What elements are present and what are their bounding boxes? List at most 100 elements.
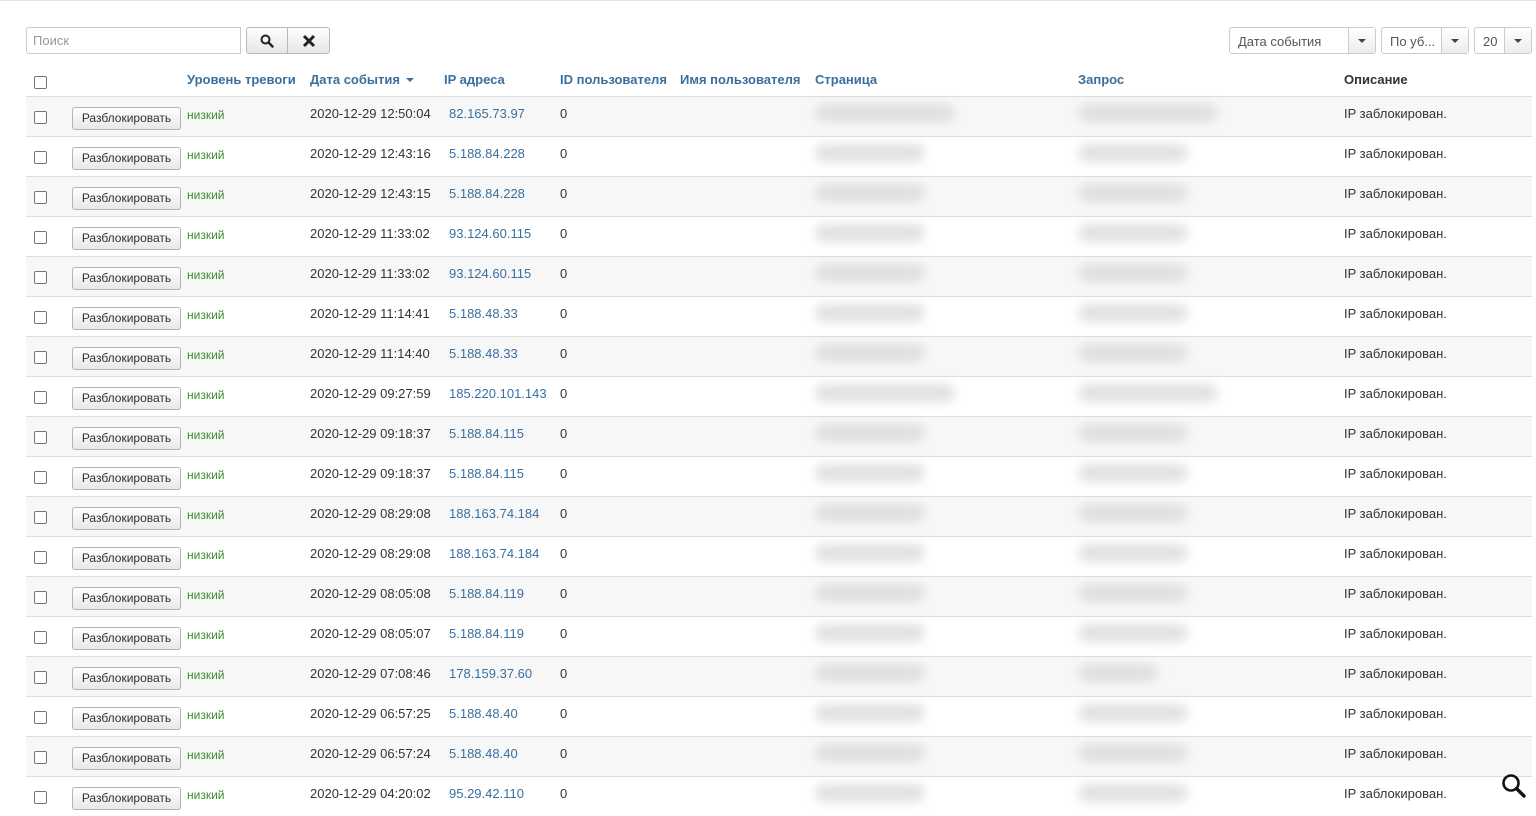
row-checkbox[interactable]	[34, 151, 47, 164]
unblock-button[interactable]: Разблокировать	[72, 267, 181, 290]
ip-link[interactable]: 178.159.37.60	[449, 666, 532, 681]
redacted-query	[1078, 704, 1188, 722]
row-select-cell	[26, 497, 62, 537]
unblock-button[interactable]: Разблокировать	[72, 627, 181, 650]
row-checkbox[interactable]	[34, 511, 47, 524]
ip-link[interactable]: 185.220.101.143	[449, 386, 547, 401]
row-page-cell	[815, 417, 1078, 457]
row-select-cell	[26, 97, 62, 137]
description: IP заблокирован.	[1344, 226, 1447, 241]
unblock-button[interactable]: Разблокировать	[72, 347, 181, 370]
row-checkbox[interactable]	[34, 271, 47, 284]
ip-link[interactable]: 5.188.84.119	[449, 626, 524, 641]
ip-link[interactable]: 188.163.74.184	[449, 506, 539, 521]
row-checkbox[interactable]	[34, 391, 47, 404]
alert-level: низкий	[187, 708, 225, 722]
ip-link[interactable]: 93.124.60.115	[449, 226, 531, 241]
unblock-button[interactable]: Разблокировать	[72, 467, 181, 490]
row-checkbox[interactable]	[34, 311, 47, 324]
row-username-cell	[680, 617, 815, 657]
header-alert-level[interactable]: Уровень тревоги	[187, 62, 310, 97]
ip-link[interactable]: 5.188.48.33	[449, 306, 518, 321]
row-checkbox[interactable]	[34, 191, 47, 204]
row-checkbox[interactable]	[34, 791, 47, 804]
description: IP заблокирован.	[1344, 466, 1447, 481]
unblock-button[interactable]: Разблокировать	[72, 427, 181, 450]
row-query-cell	[1078, 97, 1344, 137]
unblock-button[interactable]: Разблокировать	[72, 107, 181, 130]
ip-link[interactable]: 5.188.48.33	[449, 346, 518, 361]
clear-button[interactable]	[288, 27, 330, 54]
header-page[interactable]: Страница	[815, 62, 1078, 97]
unblock-button[interactable]: Разблокировать	[72, 747, 181, 770]
table-row: Разблокироватьнизкий2020-12-29 08:29:081…	[26, 537, 1532, 577]
redacted-query	[1078, 224, 1188, 242]
unblock-button[interactable]: Разблокировать	[72, 667, 181, 690]
redacted-page	[815, 104, 955, 122]
unblock-button[interactable]: Разблокировать	[72, 187, 181, 210]
ip-link[interactable]: 95.29.42.110	[449, 786, 524, 801]
row-level-cell: низкий	[187, 257, 310, 297]
description: IP заблокирован.	[1344, 426, 1447, 441]
ip-link[interactable]: 5.188.84.115	[449, 426, 524, 441]
sort-field-select[interactable]: Дата события	[1229, 27, 1376, 54]
row-level-cell: низкий	[187, 97, 310, 137]
ip-link[interactable]: 5.188.48.40	[449, 706, 518, 721]
row-checkbox[interactable]	[34, 591, 47, 604]
user-id: 0	[560, 626, 567, 641]
ip-link[interactable]: 5.188.84.228	[449, 186, 525, 201]
header-user-id[interactable]: ID пользователя	[560, 62, 680, 97]
row-checkbox[interactable]	[34, 231, 47, 244]
row-checkbox[interactable]	[34, 711, 47, 724]
row-ip-cell: 5.188.84.228	[444, 177, 560, 217]
row-checkbox[interactable]	[34, 671, 47, 684]
caret-down-icon	[1504, 28, 1531, 53]
unblock-button[interactable]: Разблокировать	[72, 507, 181, 530]
ip-link[interactable]: 82.165.73.97	[449, 106, 525, 121]
limit-select[interactable]: 20	[1474, 27, 1532, 54]
unblock-button[interactable]: Разблокировать	[72, 147, 181, 170]
row-checkbox[interactable]	[34, 631, 47, 644]
sort-direction-select[interactable]: По уб...	[1381, 27, 1469, 54]
row-username-cell	[680, 457, 815, 497]
zoom-icon[interactable]	[1500, 772, 1528, 800]
ip-link[interactable]: 188.163.74.184	[449, 546, 539, 561]
unblock-button[interactable]: Разблокировать	[72, 307, 181, 330]
unblock-button[interactable]: Разблокировать	[72, 227, 181, 250]
row-level-cell: низкий	[187, 457, 310, 497]
row-description-cell: IP заблокирован.	[1344, 737, 1532, 777]
ip-link[interactable]: 5.188.48.40	[449, 746, 518, 761]
row-checkbox[interactable]	[34, 431, 47, 444]
ip-link[interactable]: 93.124.60.115	[449, 266, 531, 281]
row-checkbox[interactable]	[34, 471, 47, 484]
row-query-cell	[1078, 417, 1344, 457]
unblock-button[interactable]: Разблокировать	[72, 707, 181, 730]
row-query-cell	[1078, 497, 1344, 537]
header-username[interactable]: Имя пользователя	[680, 62, 815, 97]
search-button[interactable]	[246, 27, 288, 54]
unblock-button[interactable]: Разблокировать	[72, 587, 181, 610]
ip-link[interactable]: 5.188.84.115	[449, 466, 524, 481]
header-ip[interactable]: IP адреса	[444, 62, 560, 97]
row-action-cell: Разблокировать	[62, 177, 187, 217]
row-checkbox[interactable]	[34, 751, 47, 764]
unblock-button[interactable]: Разблокировать	[72, 387, 181, 410]
unblock-button[interactable]: Разблокировать	[72, 547, 181, 570]
row-checkbox[interactable]	[34, 551, 47, 564]
row-level-cell: низкий	[187, 337, 310, 377]
select-all-checkbox[interactable]	[34, 76, 47, 89]
table-row: Разблокироватьнизкий2020-12-29 12:50:048…	[26, 97, 1532, 137]
ip-link[interactable]: 5.188.84.119	[449, 586, 524, 601]
ip-link[interactable]: 5.188.84.228	[449, 146, 525, 161]
row-checkbox[interactable]	[34, 111, 47, 124]
redacted-page	[815, 584, 925, 602]
header-query[interactable]: Запрос	[1078, 62, 1344, 97]
header-event-date[interactable]: Дата события	[310, 62, 444, 97]
alert-level: низкий	[187, 188, 225, 202]
row-query-cell	[1078, 257, 1344, 297]
table-header-row: Уровень тревоги Дата события IP адреса I…	[26, 62, 1532, 97]
row-description-cell: IP заблокирован.	[1344, 257, 1532, 297]
row-checkbox[interactable]	[34, 351, 47, 364]
search-input[interactable]	[26, 27, 241, 54]
event-date: 2020-12-29 06:57:24	[310, 746, 431, 761]
